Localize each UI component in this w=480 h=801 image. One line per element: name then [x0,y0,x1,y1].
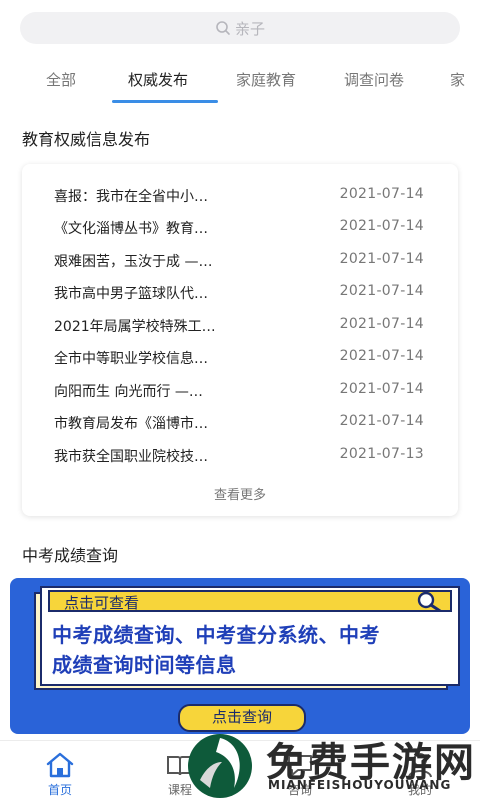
news-item[interactable]: 向阳而生 向光而行 —… 2021-07-14 [54,381,424,405]
news-title: 《文化淄博丛书》教育… [54,221,208,237]
news-title: 我市高中男子篮球队代… [54,286,208,302]
news-title: 市教育局发布《淄博市… [54,416,208,432]
watermark-logo [188,734,252,798]
search-input[interactable]: 亲子 [20,12,460,44]
tab-family-education[interactable]: 家庭教育 [236,62,296,104]
banner-text: 中考成绩查询、中考查分系统、中考 成绩查询时间等信息 [52,620,456,680]
news-title: 向阳而生 向光而行 —… [54,384,203,400]
news-date: 2021-07-14 [339,381,424,397]
watermark-subtitle: MIANFEISHOUYOUWANG [268,778,452,792]
tabbar-label: 首页 [47,783,72,797]
news-item[interactable]: 我市获全国职业院校技… 2021-07-13 [54,446,424,470]
news-date: 2021-07-14 [339,283,424,299]
news-date: 2021-07-14 [339,218,424,234]
search-placeholder: 亲子 [234,19,265,38]
active-tab-indicator [112,100,218,103]
news-title: 我市获全国职业院校技… [54,449,208,465]
banner-head: 点击可查看 [48,590,452,612]
banner-line-1: 中考成绩查询、中考查分系统、中考 [52,623,380,647]
tab-all[interactable]: 全部 [46,62,76,104]
banner-line-2: 成绩查询时间等信息 [52,653,237,677]
news-title: 艰难困苦，玉汝于成 —… [54,254,213,270]
watermark: 免费手游网 MIANFEISHOUYOUWANG [176,728,476,800]
news-title: 全市中等职业学校信息… [54,351,208,367]
news-item[interactable]: 喜报：我市在全省中小… 2021-07-14 [54,186,424,210]
news-date: 2021-07-14 [339,251,424,267]
magnifier-icon [417,591,442,612]
news-card: 喜报：我市在全省中小… 2021-07-14 《文化淄博丛书》教育… 2021-… [22,164,458,516]
search-bar[interactable]: 亲子 [20,12,460,44]
news-item[interactable]: 市教育局发布《淄博市… 2021-07-14 [54,413,424,437]
category-tabs: 全部 权威发布 家庭教育 调查问卷 家 [0,62,480,104]
news-title: 2021年局属学校特殊工… [54,319,216,335]
home-icon [46,752,74,778]
banner-head-text: 点击可查看 [64,594,140,612]
section-title-exam: 中考成绩查询 [22,546,119,565]
news-item[interactable]: 全市中等职业学校信息… 2021-07-14 [54,348,424,372]
news-title: 喜报：我市在全省中小… [54,189,208,205]
tab-official-release[interactable]: 权威发布 [128,62,188,104]
tab-survey[interactable]: 调查问卷 [344,62,404,104]
exam-banner[interactable]: 点击可查看 中考成绩查询、中考查分系统、中考 成绩查询时间等信息 点击查询 [10,578,470,734]
news-date: 2021-07-13 [339,446,424,462]
tabbar-home[interactable]: 首页 [20,741,100,801]
tab-family-more[interactable]: 家 [450,62,465,104]
view-more-link[interactable]: 查看更多 [22,484,458,503]
news-date: 2021-07-14 [339,348,424,364]
news-item[interactable]: 我市高中男子篮球队代… 2021-07-14 [54,283,424,307]
news-date: 2021-07-14 [339,186,424,202]
news-date: 2021-07-14 [339,413,424,429]
news-item[interactable]: 2021年局属学校特殊工… 2021-07-14 [54,316,424,340]
section-title-news: 教育权威信息发布 [22,130,151,149]
news-item[interactable]: 《文化淄博丛书》教育… 2021-07-14 [54,218,424,242]
search-icon [216,21,230,35]
news-date: 2021-07-14 [339,316,424,332]
news-item[interactable]: 艰难困苦，玉汝于成 —… 2021-07-14 [54,251,424,275]
